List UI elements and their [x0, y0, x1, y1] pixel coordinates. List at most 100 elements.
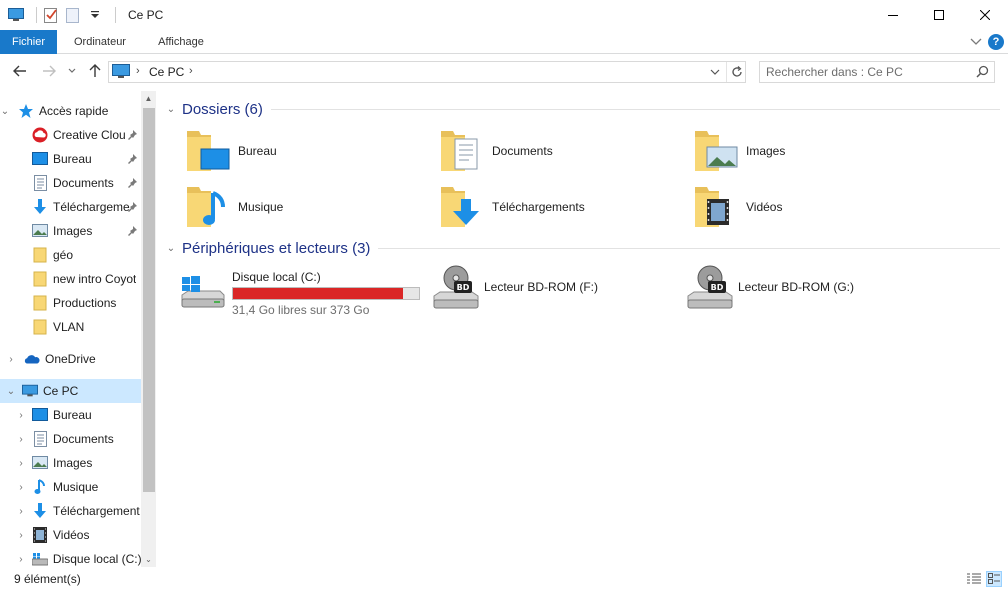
nav-item-label: Images [53, 224, 93, 238]
nav-item-folder-new-intro[interactable]: new intro Coyot [0, 267, 141, 291]
properties-icon[interactable] [43, 7, 59, 23]
drive-tile-local-disk[interactable]: Disque local (C:) 31,4 Go libres sur 373… [180, 267, 430, 317]
group-header-label: Périphériques et lecteurs (3) [182, 239, 371, 257]
drive-tile-bd-rom-g[interactable]: BD Lecteur BD-ROM (G:) [686, 264, 926, 312]
breadcrumb-separator-icon[interactable]: › [136, 65, 140, 77]
folder-tile-desktop[interactable]: Bureau [184, 127, 277, 175]
expand-chevron-icon[interactable]: › [16, 410, 26, 421]
address-history-dropdown[interactable] [707, 64, 723, 80]
nav-item-label: Vidéos [53, 528, 90, 542]
drive-tile-bd-rom-f[interactable]: BD Lecteur BD-ROM (F:) [432, 264, 672, 312]
nav-item-folder-vlan[interactable]: VLAN [0, 315, 141, 339]
nav-item-pc-downloads[interactable]: › Téléchargement [0, 499, 141, 523]
collapse-chevron-icon[interactable]: ⌄ [164, 243, 178, 254]
close-icon [980, 10, 990, 20]
window-title: Ce PC [128, 8, 164, 22]
address-bar[interactable]: › Ce PC › [108, 61, 746, 83]
status-bar: 9 élément(s) [0, 568, 1008, 590]
nav-item-pc-music[interactable]: › Musique [0, 475, 141, 499]
minimize-button[interactable] [870, 0, 916, 30]
nav-item-pc-documents[interactable]: › Documents [0, 427, 141, 451]
nav-item-label: Musique [53, 480, 99, 494]
scroll-down-icon[interactable]: ⌄ [141, 552, 156, 567]
nav-item-creative-cloud[interactable]: Creative Clou [0, 123, 141, 147]
expand-chevron-icon[interactable]: › [16, 458, 26, 469]
collapse-chevron-icon[interactable]: ⌄ [0, 106, 10, 117]
nav-item-onedrive[interactable]: › OneDrive [0, 347, 141, 371]
tab-view[interactable]: Affichage [145, 30, 217, 54]
group-header-label: Dossiers (6) [182, 100, 263, 118]
recent-locations-button[interactable] [64, 63, 80, 79]
scrollbar-thumb[interactable] [143, 108, 155, 492]
nav-item-pictures[interactable]: Images [0, 219, 141, 243]
expand-chevron-icon[interactable]: › [6, 354, 16, 365]
details-view-icon [967, 573, 981, 584]
nav-item-folder-geo[interactable]: géo [0, 243, 141, 267]
nav-item-documents[interactable]: Documents [0, 171, 141, 195]
scroll-up-icon[interactable]: ▲ [141, 91, 156, 106]
computer-icon [22, 383, 38, 399]
nav-item-downloads[interactable]: Téléchargeme [0, 195, 141, 219]
forward-arrow-icon [43, 65, 56, 77]
nav-item-pc-pictures[interactable]: › Images [0, 451, 141, 475]
nav-item-label: Téléchargeme [53, 200, 130, 214]
folder-tile-music[interactable]: Musique [184, 183, 283, 231]
new-folder-icon[interactable] [65, 7, 81, 23]
nav-item-pc-videos[interactable]: › Vidéos [0, 523, 141, 547]
folder-tile-downloads[interactable]: Téléchargements [438, 183, 585, 231]
search-input[interactable] [766, 64, 966, 80]
search-box[interactable] [759, 61, 995, 83]
maximize-button[interactable] [916, 0, 962, 30]
tiles-view-button[interactable] [986, 571, 1002, 587]
folder-tile-pictures[interactable]: Images [692, 127, 785, 175]
folder-label: Images [746, 144, 786, 158]
close-button[interactable] [962, 0, 1008, 30]
group-header-folders[interactable]: ⌄ Dossiers (6) [160, 99, 1000, 119]
nav-item-folder-productions[interactable]: Productions [0, 291, 141, 315]
nav-item-label: Bureau [53, 152, 92, 166]
folder-label: Bureau [238, 144, 277, 158]
group-header-devices[interactable]: ⌄ Périphériques et lecteurs (3) [160, 238, 1000, 258]
nav-item-desktop[interactable]: Bureau [0, 147, 141, 171]
nav-pane-scrollbar[interactable]: ▲ ⌄ [141, 91, 156, 567]
computer-icon[interactable] [8, 7, 24, 23]
folder-label: Musique [238, 200, 284, 214]
expand-chevron-icon[interactable]: › [16, 506, 26, 517]
local-disk-icon [31, 551, 48, 567]
help-icon[interactable]: ? [988, 34, 1004, 50]
maximize-icon [934, 10, 944, 20]
back-button[interactable] [12, 63, 28, 79]
nav-item-pc-local-disk[interactable]: › Disque local (C:) [0, 547, 141, 567]
expand-chevron-icon[interactable]: › [16, 530, 26, 541]
desktop-folder-icon [184, 127, 232, 175]
folder-tile-videos[interactable]: Vidéos [692, 183, 782, 231]
tab-computer[interactable]: Ordinateur [60, 30, 140, 54]
pictures-icon [32, 223, 48, 239]
drive-label: Lecteur BD-ROM (G:) [738, 280, 855, 294]
search-icon[interactable] [976, 65, 989, 81]
folder-label: Téléchargements [492, 200, 585, 214]
nav-item-pc-desktop[interactable]: › Bureau [0, 403, 141, 427]
expand-chevron-icon[interactable]: › [16, 482, 26, 493]
breadcrumb-this-pc[interactable]: Ce PC [149, 65, 184, 79]
expand-chevron-icon[interactable]: › [16, 434, 26, 445]
details-view-button[interactable] [966, 571, 982, 587]
tab-file[interactable]: Fichier [0, 30, 57, 54]
breadcrumb-separator-icon[interactable]: › [189, 65, 193, 77]
nav-item-quick-access[interactable]: ⌄ Accès rapide [0, 99, 141, 123]
up-button[interactable] [87, 63, 103, 79]
customize-quick-access-icon[interactable] [87, 7, 103, 23]
collapse-chevron-icon[interactable]: ⌄ [164, 104, 178, 115]
documents-icon [32, 175, 48, 191]
nav-item-label: Productions [53, 296, 117, 310]
collapse-chevron-icon[interactable]: ⌄ [6, 386, 16, 397]
refresh-button[interactable] [726, 62, 746, 82]
expand-ribbon-icon[interactable] [970, 35, 982, 49]
forward-button[interactable] [41, 63, 57, 79]
nav-item-label: Accès rapide [39, 104, 109, 118]
documents-icon [32, 431, 48, 447]
folder-tile-documents[interactable]: Documents [438, 127, 553, 175]
folder-icon [32, 295, 48, 311]
nav-item-this-pc[interactable]: ⌄ Ce PC [0, 379, 141, 403]
expand-chevron-icon[interactable]: › [16, 554, 26, 565]
